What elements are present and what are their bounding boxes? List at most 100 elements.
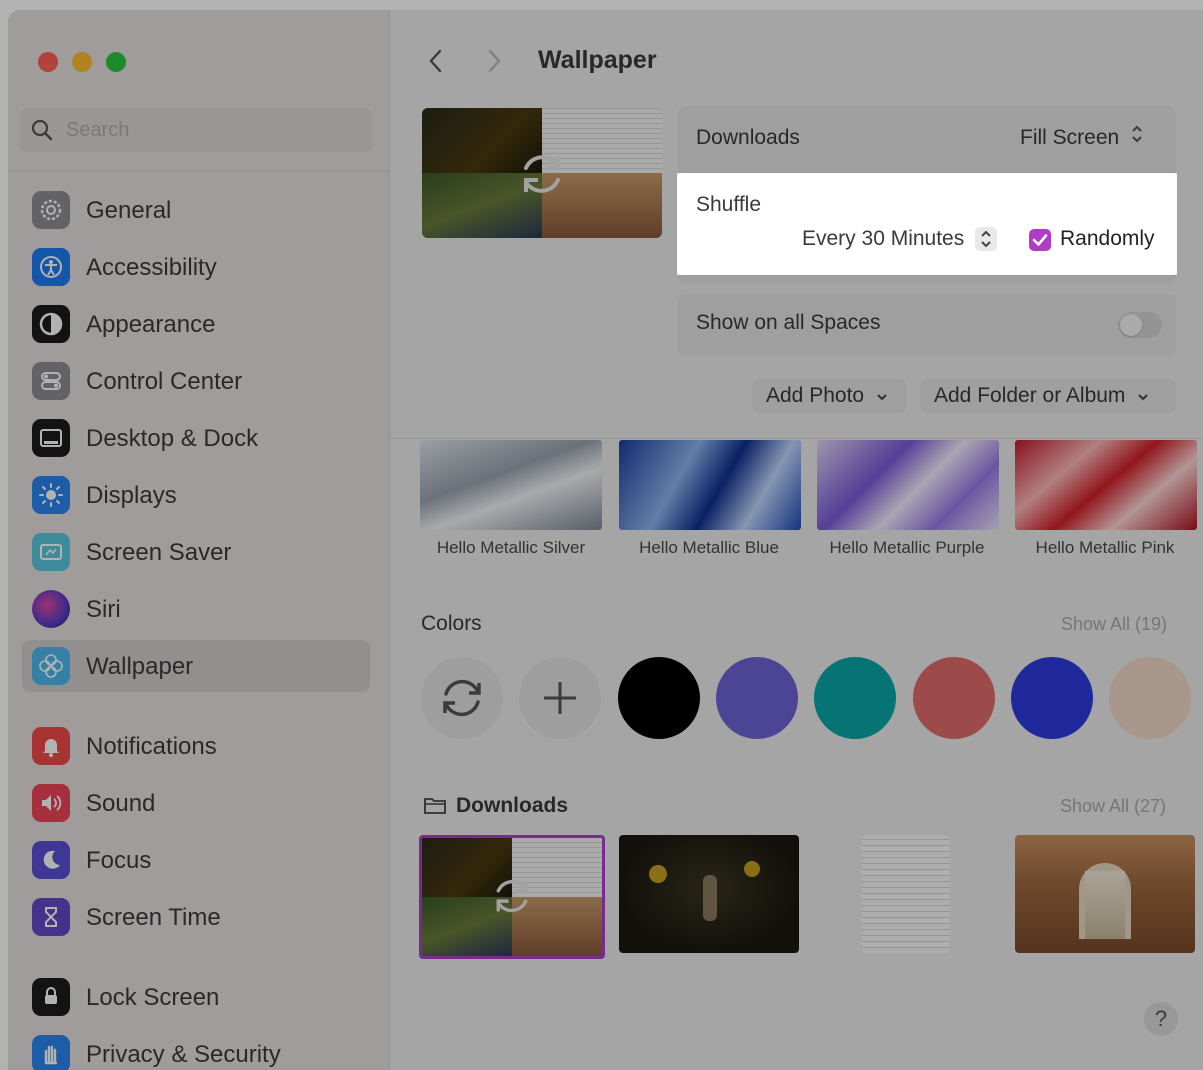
flower-icon [32, 647, 70, 685]
downloads-section-title: Downloads [456, 794, 569, 817]
sidebar-item-appearance[interactable]: Appearance [22, 298, 370, 350]
sidebar-item-label: Sound [86, 790, 156, 817]
sidebar-item-label: Control Center [86, 368, 243, 395]
sidebar-item-label: Screen Time [86, 904, 221, 931]
sidebar-item-label: Siri [86, 596, 121, 623]
color-swatch-red[interactable] [913, 657, 995, 739]
up-down-chevron-icon [1130, 125, 1144, 149]
color-swatch-peach[interactable] [1109, 657, 1191, 739]
wallpaper-thumb-label: Hello Metallic Silver [436, 538, 586, 557]
sidebar-item-wallpaper[interactable]: Wallpaper [22, 640, 370, 692]
sidebar-item-label: Appearance [86, 311, 216, 338]
sidebar-item-label: Privacy & Security [86, 1041, 281, 1068]
download-thumb-sunflower[interactable] [619, 835, 799, 953]
sidebar: Search General Accessibility Appearance [8, 10, 390, 1070]
chevron-down-icon [876, 384, 888, 408]
current-wallpaper-preview [422, 108, 662, 238]
show-spaces-label: Show on all Spaces [696, 311, 881, 334]
shuffle-interval-popup[interactable]: Every 30 Minutes [802, 226, 997, 253]
hand-icon [32, 1035, 70, 1070]
shuffle-colors-button[interactable] [421, 657, 503, 739]
sidebar-item-focus[interactable]: Focus [22, 834, 370, 886]
shuffle-label: Shuffle [696, 193, 761, 216]
close-window-button[interactable] [38, 52, 58, 72]
help-button[interactable]: ? [1144, 1002, 1178, 1036]
download-thumb-document[interactable] [862, 835, 950, 953]
sidebar-item-label: General [86, 197, 172, 224]
downloads-show-all-button[interactable]: Show All (27) [1060, 796, 1166, 817]
refresh-icon [524, 155, 560, 193]
sun-icon [32, 476, 70, 514]
shuffle-interval-value: Every 30 Minutes [802, 227, 965, 250]
colors-show-all-button[interactable]: Show All (19) [1061, 614, 1167, 635]
sidebar-item-lock-screen[interactable]: Lock Screen [22, 971, 370, 1023]
wallpaper-thumb-pink[interactable] [1015, 440, 1197, 530]
color-swatch-blue[interactable] [1011, 657, 1093, 739]
back-arrow-icon[interactable] [426, 48, 446, 79]
add-photo-button[interactable]: Add Photo [752, 379, 906, 413]
page-title: Wallpaper [538, 46, 657, 74]
checkmark-icon [1032, 234, 1048, 246]
add-folder-button[interactable]: Add Folder or Album [920, 379, 1176, 413]
moon-icon [32, 841, 70, 879]
minimize-window-button[interactable] [72, 52, 92, 72]
search-placeholder: Search [66, 119, 130, 141]
sidebar-item-siri[interactable]: Siri [22, 583, 370, 635]
wallpaper-thumb-label: Hello Metallic Purple [829, 538, 985, 557]
search-field[interactable]: Search [20, 108, 372, 152]
lock-icon [32, 978, 70, 1016]
sidebar-item-screen-saver[interactable]: Screen Saver [22, 526, 370, 578]
wallpaper-thumb-label: Hello Metallic Blue [639, 538, 779, 557]
fit-popup[interactable]: Fill Screen [1020, 122, 1142, 150]
sidebar-item-control-center[interactable]: Control Center [22, 355, 370, 407]
forward-arrow-icon[interactable] [484, 48, 504, 79]
wallpaper-thumb-silver[interactable] [420, 440, 602, 530]
sidebar-item-label: Wallpaper [86, 653, 194, 680]
dock-icon [32, 419, 70, 457]
zoom-window-button[interactable] [106, 52, 126, 72]
color-swatch-purple[interactable] [716, 657, 798, 739]
sidebar-item-label: Focus [86, 847, 152, 874]
control-center-icon [32, 362, 70, 400]
sidebar-item-screen-time[interactable]: Screen Time [22, 891, 370, 943]
content-pane: Wallpaper Downloads Fill Screen Shuffle … [390, 10, 1203, 1070]
randomly-checkbox[interactable] [1029, 229, 1051, 251]
show-spaces-toggle[interactable] [1118, 312, 1162, 338]
shuffle-row: Shuffle Every 30 Minutes Randomly [677, 173, 1177, 275]
wallpaper-thumb-label: Hello Metallic Pink [1035, 538, 1175, 557]
wallpaper-thumb-purple[interactable] [817, 440, 999, 530]
sidebar-item-sound[interactable]: Sound [22, 777, 370, 829]
refresh-icon [443, 679, 481, 717]
sidebar-item-notifications[interactable]: Notifications [22, 720, 370, 772]
sidebar-item-label: Accessibility [86, 254, 217, 281]
download-thumb-room[interactable] [1015, 835, 1195, 953]
add-folder-label: Add Folder or Album [934, 384, 1126, 407]
sidebar-item-desktop-dock[interactable]: Desktop & Dock [22, 412, 370, 464]
sidebar-item-general[interactable]: General [22, 184, 370, 236]
add-color-button[interactable] [519, 657, 601, 739]
color-swatch-black[interactable] [618, 657, 700, 739]
plus-icon [544, 682, 576, 714]
speaker-icon [32, 784, 70, 822]
sidebar-divider [8, 170, 389, 171]
gear-icon [32, 191, 70, 229]
refresh-icon [496, 879, 528, 913]
download-thumb-shuffle-selected[interactable] [419, 835, 605, 959]
sidebar-item-label: Desktop & Dock [86, 425, 259, 452]
color-swatch-teal[interactable] [814, 657, 896, 739]
sidebar-item-label: Displays [86, 482, 177, 509]
add-photo-label: Add Photo [766, 384, 865, 407]
sidebar-item-label: Notifications [86, 733, 217, 760]
wallpaper-thumb-blue[interactable] [619, 440, 801, 530]
bell-icon [32, 727, 70, 765]
search-icon [30, 118, 54, 147]
sidebar-item-accessibility[interactable]: Accessibility [22, 241, 370, 293]
siri-icon [32, 590, 70, 628]
sidebar-item-displays[interactable]: Displays [22, 469, 370, 521]
chevron-down-icon [1137, 384, 1149, 408]
header-divider [390, 438, 1203, 439]
settings-window: Search General Accessibility Appearance [8, 10, 1203, 1070]
source-label: Downloads [696, 126, 800, 149]
accessibility-icon [32, 248, 70, 286]
sidebar-item-privacy-security[interactable]: Privacy & Security [22, 1028, 370, 1070]
